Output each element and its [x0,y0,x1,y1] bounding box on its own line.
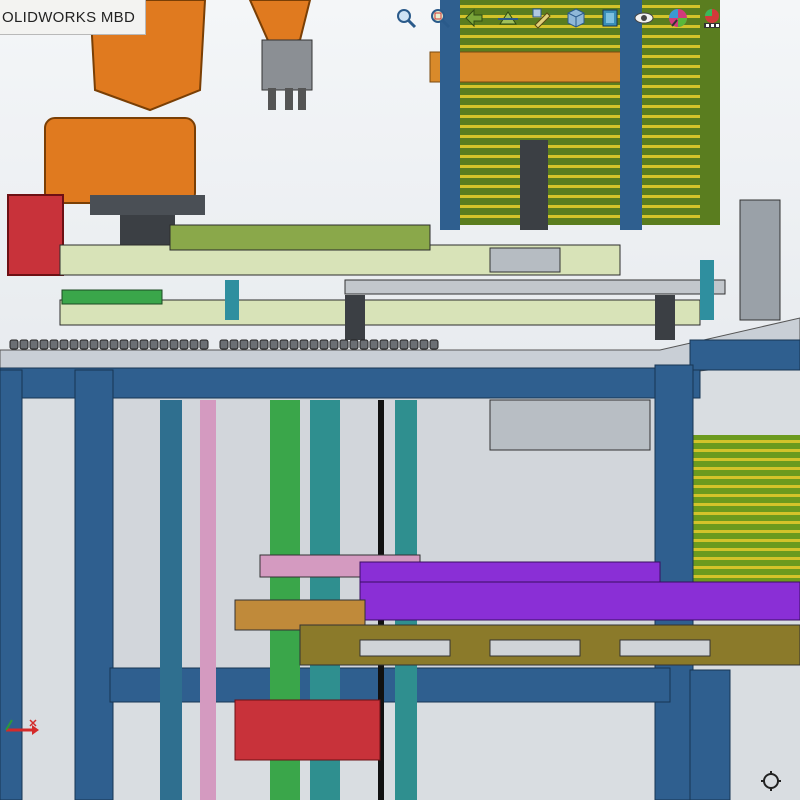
cable-chain [9,339,439,350]
magnifier-icon [397,9,417,29]
hide-show-items-button[interactable] [630,4,658,32]
zoom-to-area-button[interactable] [426,4,454,32]
display-style-button[interactable] [596,4,624,32]
graphics-viewport[interactable]: OLIDWORKS MBD [0,0,800,800]
robot-arm[interactable] [44,0,313,255]
tray-stack-upper [429,0,720,230]
view-cube-icon [761,771,781,791]
display-style-cube-icon [602,9,618,27]
view-orientation-button[interactable] [562,4,590,32]
magnifier-area-icon [431,9,451,29]
cube-orientation-icon [567,8,585,28]
lower-red-block [234,699,381,761]
heads-up-view-toolbar [392,4,726,32]
tray-stack-lower [690,435,800,585]
electrical-box [7,194,64,276]
app-title: OLIDWORKS MBD [2,8,136,26]
scene-icon [704,9,720,28]
eye-icon [634,12,654,24]
previous-view-button[interactable] [460,4,488,32]
view-cube-toggle-button[interactable] [758,768,784,794]
annotation-views-icon [532,8,551,29]
edit-appearance-button[interactable] [664,4,692,32]
section-view-button[interactable] [494,4,522,32]
apply-scene-button[interactable] [698,4,726,32]
app-title-badge: OLIDWORKS MBD [0,0,147,35]
appearance-sphere-icon [669,9,687,27]
coordinate-triad-icon [5,719,39,735]
previous-view-icon [465,8,483,28]
zoom-to-fit-button[interactable] [392,4,420,32]
dynamic-annotation-button[interactable] [528,4,556,32]
cad-assembly-scene[interactable] [0,0,800,800]
section-view-icon [498,11,518,25]
